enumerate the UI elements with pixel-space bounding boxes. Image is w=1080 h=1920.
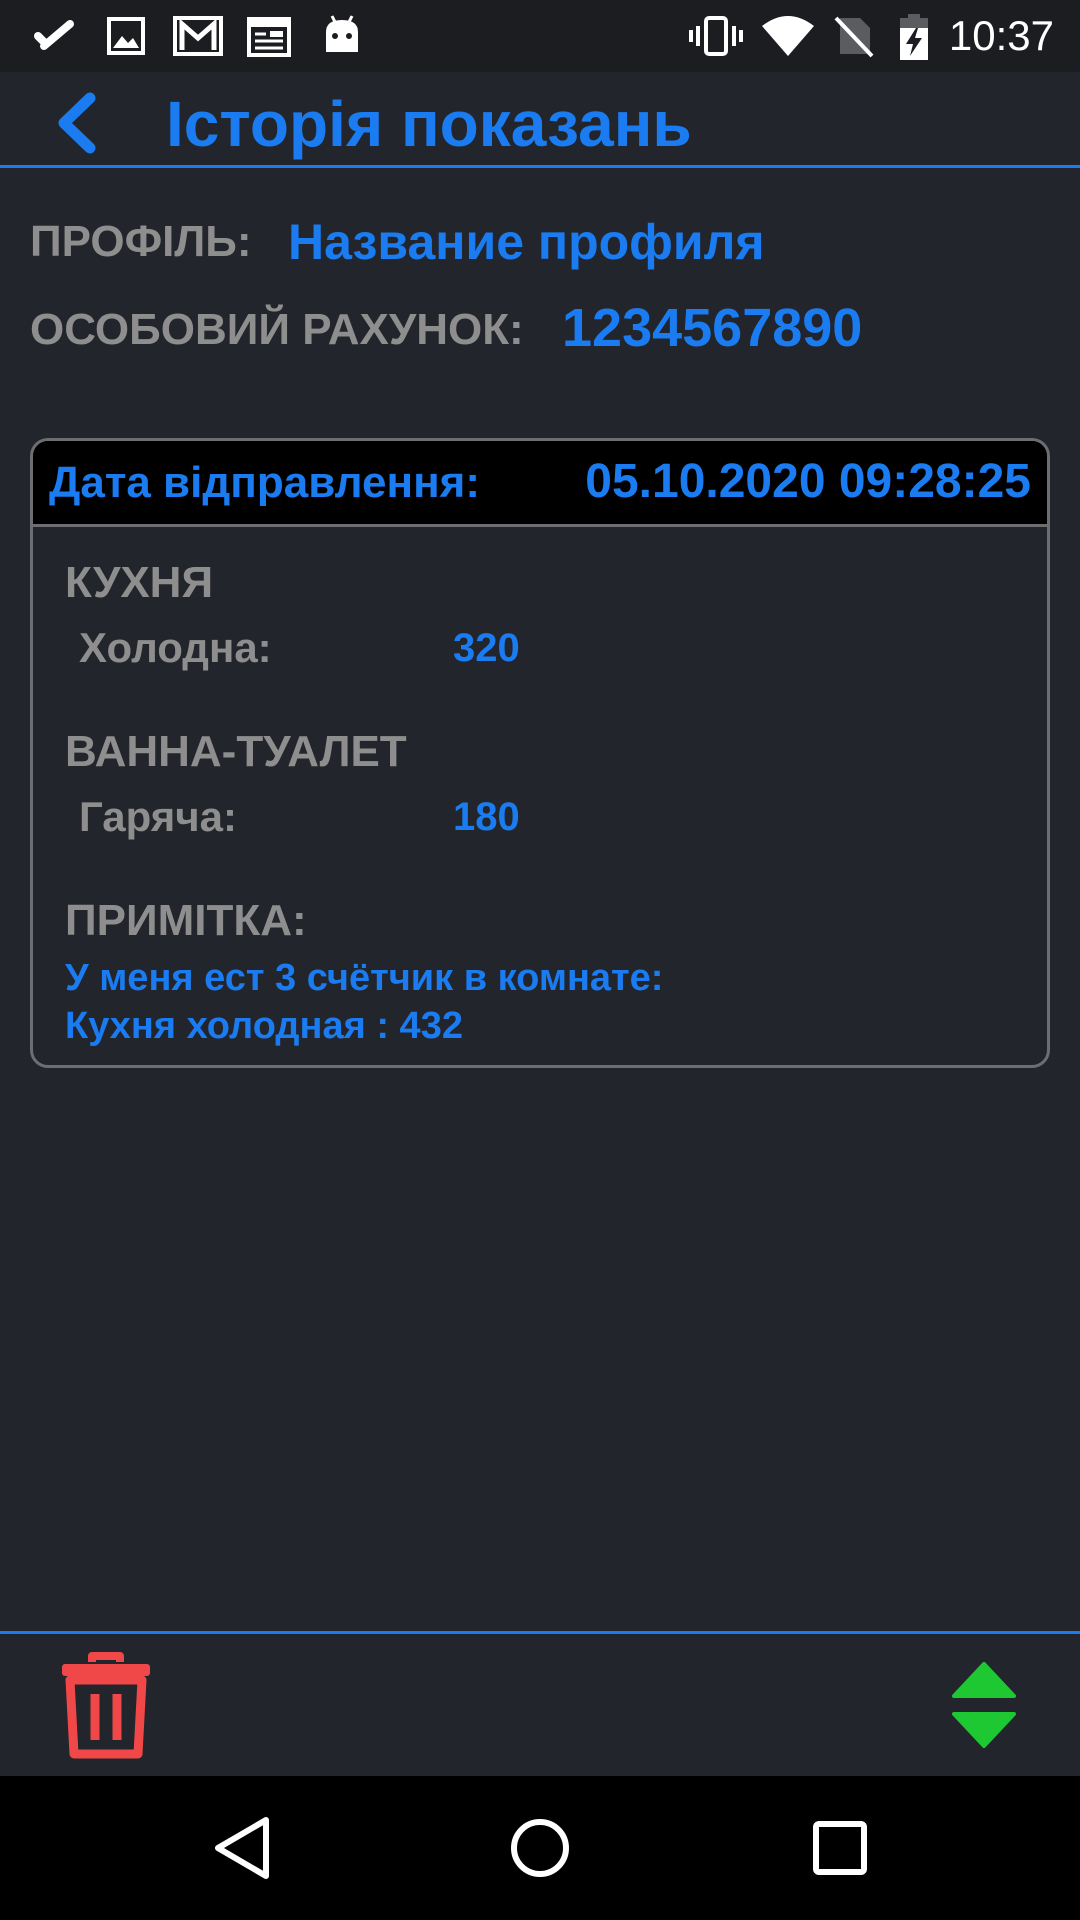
chevron-left-icon[interactable]	[48, 90, 120, 156]
profile-label: ПРОФІЛЬ:	[30, 217, 252, 266]
note-text-line: У меня ест 3 счётчик в комнате:	[65, 957, 664, 999]
note-text-line: Кухня холодная : 432	[65, 1005, 463, 1047]
history-record-card[interactable]: Дата відправлення: 05.10.2020 09:28:25 К…	[30, 438, 1050, 1068]
gallery-icon	[107, 17, 145, 55]
vibrate-icon	[689, 16, 743, 56]
status-bar: 10:37	[0, 0, 1080, 72]
sort-arrows-icon[interactable]	[952, 1662, 1016, 1748]
page-title: Історія показань	[166, 88, 692, 160]
account-label: ОСОБОВИЙ РАХУНОК:	[30, 305, 524, 354]
gmail-icon	[173, 16, 223, 56]
account-value: 1234567890	[562, 298, 863, 358]
android-icon	[326, 15, 358, 52]
meter-label: Гаряча:	[79, 793, 237, 840]
nav-recents-icon[interactable]	[798, 1806, 882, 1890]
calendar-icon	[247, 17, 291, 57]
meter-value: 180	[453, 795, 520, 839]
wifi-icon	[762, 16, 814, 56]
trash-icon[interactable]	[58, 1652, 154, 1760]
sent-date-label: Дата відправлення:	[49, 458, 480, 507]
battery-charging-icon	[900, 14, 928, 60]
room-name: ВАННА-ТУАЛЕТ	[65, 727, 407, 776]
check-icon	[34, 20, 74, 50]
meter-label: Холодна:	[79, 624, 272, 671]
profile-value: Название профиля	[288, 214, 765, 270]
meter-value: 320	[453, 626, 520, 670]
bottom-divider	[0, 1631, 1080, 1634]
system-nav-bar	[0, 1776, 1080, 1920]
nav-home-icon[interactable]	[498, 1806, 582, 1890]
room-name: КУХНЯ	[65, 558, 214, 607]
clock: 10:37	[948, 12, 1054, 59]
no-sim-icon	[834, 16, 874, 58]
sent-date-value: 05.10.2020 09:28:25	[585, 455, 1031, 508]
note-label: ПРИМІТКА:	[65, 896, 307, 945]
card-header: Дата відправлення: 05.10.2020 09:28:25	[33, 441, 1047, 527]
nav-back-icon[interactable]	[200, 1806, 284, 1890]
app-bar: Історія показань	[0, 72, 1080, 168]
